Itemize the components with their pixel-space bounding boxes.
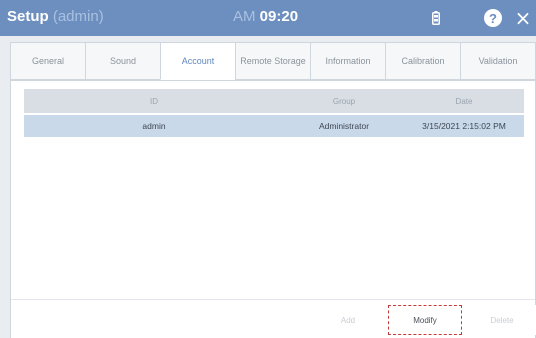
window-title: Setup (admin) [7,8,104,25]
cell-date: 3/15/2021 2:15:02 PM [422,121,506,131]
delete-button[interactable]: Delete [465,305,536,335]
tab-calibration[interactable]: Calibration [385,42,460,80]
clock-time: 09:20 [259,8,299,25]
close-button[interactable]: × [511,0,535,36]
cell-id: admin [142,121,166,131]
clock: AM 09:20 [233,8,298,25]
table-row[interactable]: admin Administrator 3/15/2021 2:15:02 PM [24,115,524,137]
user-label: (admin) [52,8,104,25]
tab-remote-storage[interactable]: Remote Storage [235,42,310,80]
title-text: Setup [7,8,49,25]
title-bar: Setup (admin) AM 09:20 ? × [0,0,536,36]
tab-general[interactable]: General [10,42,85,80]
header-id: ID [150,96,158,106]
close-icon: × [514,6,532,30]
tab-information[interactable]: Information [310,42,385,80]
cell-group: Administrator [318,121,370,131]
tab-sound[interactable]: Sound [85,42,160,80]
table-header: ID Group Date [24,89,524,113]
header-group: Group [332,96,356,106]
modify-button[interactable]: Modify [388,305,462,335]
battery-icon [424,0,448,36]
account-table: ID Group Date admin Administrator 3/15/2… [24,89,524,137]
help-icon: ? [484,9,502,27]
settings-tabs: General Sound Account Remote Storage Inf… [10,42,536,80]
divider [11,299,535,300]
add-button[interactable]: Add [311,305,385,335]
tab-account[interactable]: Account [160,42,235,80]
header-date: Date [455,96,473,106]
clock-ampm: AM [233,8,256,25]
account-panel: ID Group Date admin Administrator 3/15/2… [10,80,536,338]
tab-validation[interactable]: Validation [460,42,536,80]
help-button[interactable]: ? [480,0,506,36]
